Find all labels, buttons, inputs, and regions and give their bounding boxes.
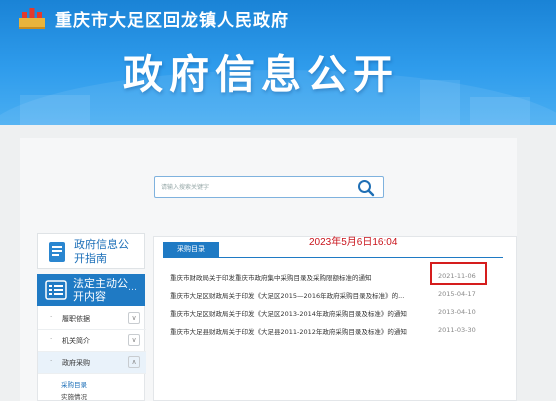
tab-underline <box>163 257 503 258</box>
list-item-title[interactable]: 重庆市财政局关于印发重庆市政府集中采购目录及采购限额标准的通知 <box>170 272 432 282</box>
site-title[interactable]: 重庆市大足区回龙镇人民政府 <box>55 6 289 31</box>
sidebar-main-label: 法定主动公开内容 <box>73 277 128 303</box>
list-item-date: 2015-04-17 <box>438 290 476 298</box>
sidebar-list: · 履职依据 ∨ · 机关简介 ∨ · 政府采购 ∧ <box>37 306 146 401</box>
sidebar-guide-label: 政府信息公开指南 <box>74 238 129 265</box>
bullet-icon: · <box>50 357 53 365</box>
banner-title: 政府信息公开 <box>123 52 399 98</box>
timestamp-annotation: 2023年5月6日16:04 <box>309 237 398 248</box>
sidebar-item-label: 机关简介 <box>62 337 90 345</box>
list-item-title[interactable]: 重庆市大足区财政局关于印发《大足区2015—2016年政府采购目录及标准》的..… <box>170 290 432 300</box>
list-item[interactable]: 重庆市大足区财政局关于印发《大足区2013-2014年政府采购目录及标准》的通知… <box>170 308 490 320</box>
banner-decoration <box>20 95 90 125</box>
chevron-up-icon[interactable]: ∧ <box>128 356 140 368</box>
list-item[interactable]: 重庆市大足区财政局关于印发《大足区2015—2016年政府采购目录及标准》的..… <box>170 290 490 302</box>
list-item[interactable]: 重庆市大足县财政局关于印发《大足县2011-2012年政府采购目录及标准》的通知… <box>170 326 490 338</box>
banner-decoration <box>420 80 460 125</box>
banner-decoration <box>470 97 530 125</box>
search-input[interactable]: 请输入搜索关键字 <box>161 182 209 191</box>
list-item-date: 2013-04-10 <box>438 308 476 316</box>
bullet-icon: · <box>50 313 53 321</box>
chevron-down-icon[interactable]: ∨ <box>128 334 140 346</box>
sidebar-guide[interactable]: 政府信息公开指南 <box>37 233 145 269</box>
list-item-title[interactable]: 重庆市大足区财政局关于印发《大足区2013-2014年政府采购目录及标准》的通知 <box>170 308 432 318</box>
document-icon <box>49 242 65 262</box>
list-icon <box>45 280 67 300</box>
header-banner: 重庆市大足区回龙镇人民政府 政府信息公开 <box>0 0 556 125</box>
highlight-box <box>430 262 487 285</box>
list-item-title[interactable]: 重庆市大足县财政局关于印发《大足县2011-2012年政府采购目录及标准》的通知 <box>170 326 432 336</box>
search-icon[interactable] <box>357 179 375 197</box>
sidebar-item-lvzhi[interactable]: · 履职依据 ∨ <box>38 308 146 330</box>
tab-caigou-mulu[interactable]: 采购目录 <box>163 242 219 257</box>
sidebar-item-label: 政府采购 <box>62 359 90 367</box>
sidebar-main-section[interactable]: 法定主动公开内容 … <box>37 274 145 306</box>
government-logo-icon <box>19 8 45 29</box>
sidebar-subitem-shishi[interactable]: 实施情况 <box>61 391 87 401</box>
bullet-icon: · <box>50 335 53 343</box>
search-box[interactable]: 请输入搜索关键字 <box>154 176 384 198</box>
list-item-date: 2011-03-30 <box>438 326 476 334</box>
sidebar-subitem-mulu[interactable]: 采购目录 <box>61 379 87 389</box>
chevron-down-icon[interactable]: ∨ <box>128 312 140 324</box>
more-icon[interactable]: … <box>128 283 137 293</box>
sidebar-item-caigou[interactable]: · 政府采购 ∧ <box>38 352 146 374</box>
sidebar-item-jiguan[interactable]: · 机关简介 ∨ <box>38 330 146 352</box>
sidebar-item-label: 履职依据 <box>62 315 90 323</box>
